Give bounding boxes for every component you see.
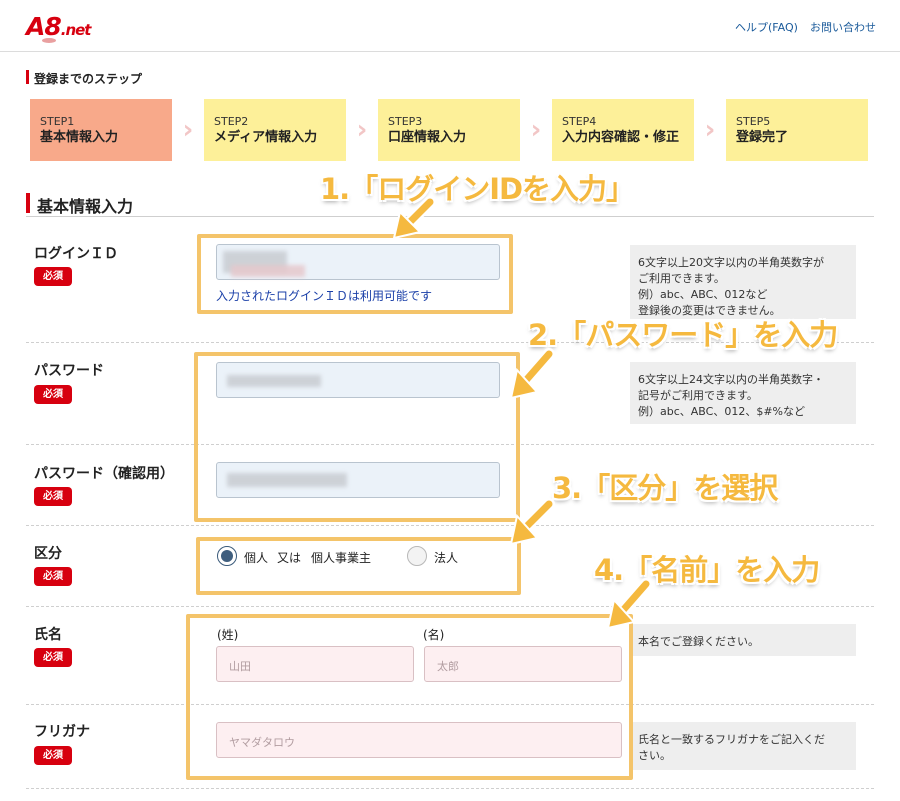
category-label: 区分 <box>34 546 62 562</box>
step-number: STEP1 <box>40 115 75 128</box>
step-label: 登録完了 <box>736 130 789 145</box>
step-label: 口座情報入力 <box>388 130 467 145</box>
furigana-note: 氏名と一致するフリガナをご記入くだ さい。 <box>630 722 856 770</box>
name-label: 氏名 <box>34 627 62 643</box>
help-faq-link[interactable]: ヘルプ(FAQ) <box>735 19 798 35</box>
step-number: STEP5 <box>736 115 771 128</box>
annotation-step-2: 2.「パスワード」を入力 <box>528 318 838 352</box>
furigana-label: フリガナ <box>34 724 90 740</box>
annotation-step-3: 3.「区分」を選択 <box>552 471 778 505</box>
a8net-logo[interactable]: A8.net <box>26 12 91 41</box>
divider <box>26 216 874 217</box>
annotation-step-1: 1.「ログインIDを入力」 <box>320 172 635 206</box>
login-id-note: 6文字以上20文字以内の半角英数字が ご利用できます。 例）abc、ABC、01… <box>630 245 856 319</box>
section-marker <box>26 193 30 213</box>
required-badge: 必須 <box>34 487 72 506</box>
highlight-box-category <box>196 537 521 595</box>
chevron-right-icon: › <box>704 115 716 145</box>
name-note: 本名でご登録ください。 <box>630 624 856 656</box>
arrow-down-left-icon <box>509 498 555 546</box>
section-marker <box>26 70 29 84</box>
steps-title: 登録までのステップ <box>34 72 143 86</box>
login-id-label: ログインＩＤ <box>34 246 118 262</box>
form-title: 基本情報入力 <box>37 197 134 216</box>
password-note: 6文字以上24文字以内の半角英数字・ 記号がご利用できます。 例）abc、ABC… <box>630 362 856 424</box>
arrow-down-left-icon <box>392 196 436 240</box>
password-confirm-label: パスワード（確認用） <box>34 466 174 482</box>
row-divider <box>26 606 874 607</box>
step-5: STEP5 登録完了 <box>726 99 868 161</box>
step-number: STEP2 <box>214 115 249 128</box>
chevron-right-icon: › <box>356 115 368 145</box>
required-badge: 必須 <box>34 648 72 667</box>
required-badge: 必須 <box>34 746 72 765</box>
password-label: パスワード <box>34 363 104 379</box>
step-4: STEP4 入力内容確認・修正 <box>552 99 694 161</box>
step-label: 基本情報入力 <box>40 130 119 145</box>
logo-swoosh-icon <box>42 38 56 43</box>
highlight-box-login <box>197 234 513 314</box>
arrow-down-left-icon <box>509 348 555 400</box>
highlight-box-password <box>194 352 520 522</box>
step-3: STEP3 口座情報入力 <box>378 99 520 161</box>
contact-link[interactable]: お問い合わせ <box>810 19 876 35</box>
highlight-box-name <box>186 614 633 780</box>
row-divider <box>26 525 874 526</box>
required-badge: 必須 <box>34 385 72 404</box>
step-label: メディア情報入力 <box>214 130 318 145</box>
step-1: STEP1 基本情報入力 <box>30 99 172 161</box>
chevron-right-icon: › <box>182 115 194 145</box>
step-label: 入力内容確認・修正 <box>562 130 680 145</box>
step-number: STEP3 <box>388 115 423 128</box>
step-2: STEP2 メディア情報入力 <box>204 99 346 161</box>
step-number: STEP4 <box>562 115 597 128</box>
row-divider <box>26 788 874 789</box>
chevron-right-icon: › <box>530 115 542 145</box>
arrow-down-left-icon <box>606 578 652 630</box>
required-badge: 必須 <box>34 567 72 586</box>
required-badge: 必須 <box>34 267 72 286</box>
